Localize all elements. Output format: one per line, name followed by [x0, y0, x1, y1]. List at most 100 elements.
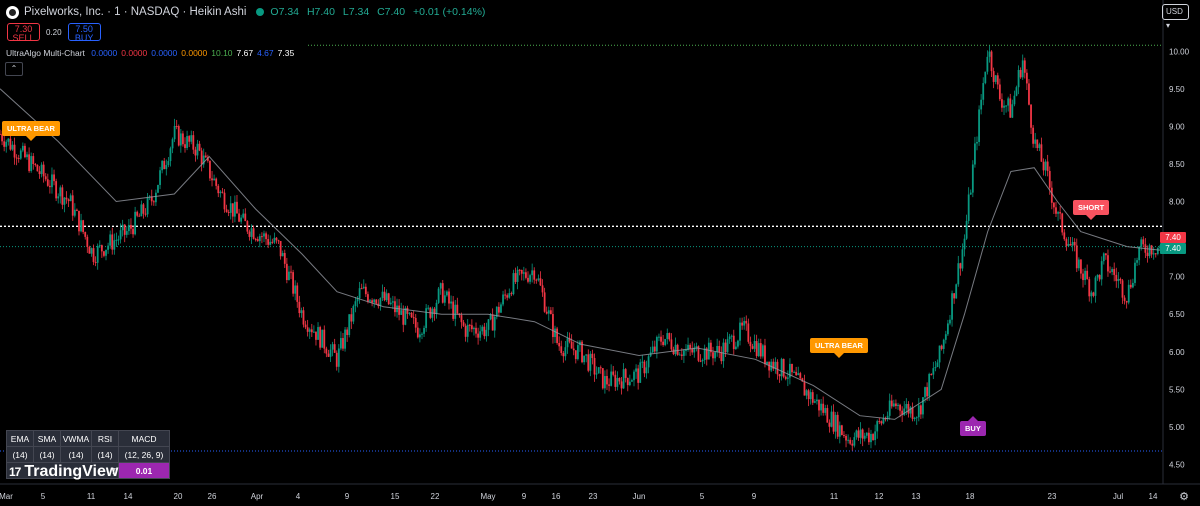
- candle-body: [755, 341, 758, 357]
- candle-body: [298, 301, 301, 314]
- price-chart[interactable]: 10.009.509.008.508.007.507.006.506.005.5…: [0, 0, 1200, 506]
- candle-body: [1086, 270, 1089, 280]
- candle-body: [1028, 83, 1030, 105]
- candle-body: [562, 352, 565, 357]
- candle-body: [462, 322, 465, 326]
- collapse-legend-button[interactable]: ⌃: [5, 62, 23, 76]
- currency-selector[interactable]: USD ▾: [1162, 4, 1189, 30]
- candle-body: [1104, 253, 1107, 256]
- candle-body: [437, 288, 440, 303]
- candle-body: [7, 138, 10, 142]
- candle-body: [876, 421, 879, 432]
- candle-body: [807, 390, 810, 400]
- candle-body: [358, 288, 361, 299]
- indicator-value: 4.67: [257, 48, 274, 58]
- indicator-legend[interactable]: UltraAlgo Multi-Chart 0.0000 0.0000 0.0000…: [6, 48, 302, 58]
- candle-body: [728, 336, 731, 340]
- candle-body: [290, 271, 292, 273]
- candle-body: [932, 368, 935, 375]
- candle-body: [753, 341, 756, 349]
- candle-body: [215, 178, 218, 186]
- y-tick-label: 8.50: [1169, 160, 1185, 169]
- candle-body: [676, 344, 679, 355]
- indicator-values: 0.0000 0.0000 0.0000 0.0000 10.10 7.67 4.67 7.3…: [91, 48, 298, 58]
- candle-body: [238, 213, 240, 222]
- signal-ultra-bear-2: ULTRA BEAR: [810, 338, 868, 358]
- candle-body: [959, 263, 962, 269]
- candle-body: [1053, 202, 1055, 208]
- candle-body: [857, 430, 860, 438]
- candle-body: [136, 211, 139, 216]
- candle-body: [641, 361, 644, 363]
- macd-value: 0.01: [118, 462, 170, 479]
- candle-body: [512, 273, 515, 295]
- candle-body: [566, 338, 569, 348]
- candle-body: [533, 270, 536, 280]
- candle-body: [86, 236, 89, 248]
- candle-body: [132, 228, 134, 235]
- candle-body: [248, 231, 251, 237]
- candle-body: [1013, 95, 1016, 105]
- tradingview-logo[interactable]: 17 TradingView: [9, 463, 118, 481]
- candle-body: [855, 430, 858, 438]
- candle-body: [117, 239, 120, 241]
- candle-body: [310, 329, 313, 333]
- price-tag-upper: 7.40: [1160, 232, 1186, 243]
- candle-body: [651, 346, 654, 353]
- candle-body: [934, 367, 937, 369]
- candle-body: [483, 326, 486, 337]
- candle-body: [159, 170, 161, 185]
- candle-body: [448, 291, 450, 304]
- candle-body: [718, 346, 721, 353]
- candle-body: [285, 263, 288, 280]
- candle-body: [71, 195, 74, 216]
- candle-body: [152, 201, 155, 203]
- candle-body: [192, 135, 195, 150]
- x-tick-label: 13: [911, 492, 921, 501]
- candle-body: [367, 294, 369, 302]
- candle-body: [464, 325, 467, 337]
- candle-body: [664, 338, 667, 345]
- candle-body: [491, 314, 494, 331]
- candle-body: [805, 390, 808, 396]
- candle-body: [427, 307, 430, 309]
- settings-gear-icon[interactable]: ⚙: [1179, 490, 1189, 503]
- candle-body: [926, 387, 929, 397]
- symbol-title[interactable]: Pixelworks, Inc. · 1 · NASDAQ · Heikin A…: [24, 6, 246, 18]
- candle-body: [227, 211, 230, 213]
- candle-body: [1046, 161, 1049, 171]
- candle-body: [265, 233, 267, 240]
- candle-body: [57, 196, 60, 199]
- candle-body: [125, 231, 128, 235]
- buy-button[interactable]: 7.50 BUY: [67, 23, 101, 43]
- candle-body: [184, 144, 186, 149]
- candle-body: [637, 368, 640, 383]
- candle-body: [169, 148, 172, 162]
- candle-body: [905, 403, 908, 409]
- candle-body: [965, 220, 968, 239]
- candle-body: [922, 397, 924, 415]
- x-tick-label: 15: [390, 492, 400, 501]
- candle-body: [633, 371, 635, 381]
- candle-body: [1021, 60, 1024, 78]
- candle-body: [878, 421, 881, 423]
- candle-body: [11, 144, 14, 150]
- candle-body: [1113, 269, 1116, 275]
- low-value: L7.34: [342, 6, 370, 18]
- stats-header: EMA: [6, 430, 34, 447]
- candle-body: [593, 357, 596, 375]
- indicator-value: 10.10: [211, 48, 233, 58]
- open-value: O7.34: [270, 6, 300, 18]
- candle-body: [980, 99, 983, 110]
- candle-body: [391, 301, 394, 303]
- candle-body: [749, 341, 752, 347]
- candle-body: [631, 380, 633, 382]
- candle-body: [963, 238, 966, 250]
- high-value: H7.40: [306, 6, 335, 18]
- candle-body: [961, 249, 964, 269]
- candle-body: [639, 362, 642, 383]
- sell-button[interactable]: 7.30 SELL: [7, 23, 40, 43]
- candle-body: [267, 239, 270, 245]
- candle-body: [938, 345, 941, 363]
- candle-body: [354, 301, 357, 307]
